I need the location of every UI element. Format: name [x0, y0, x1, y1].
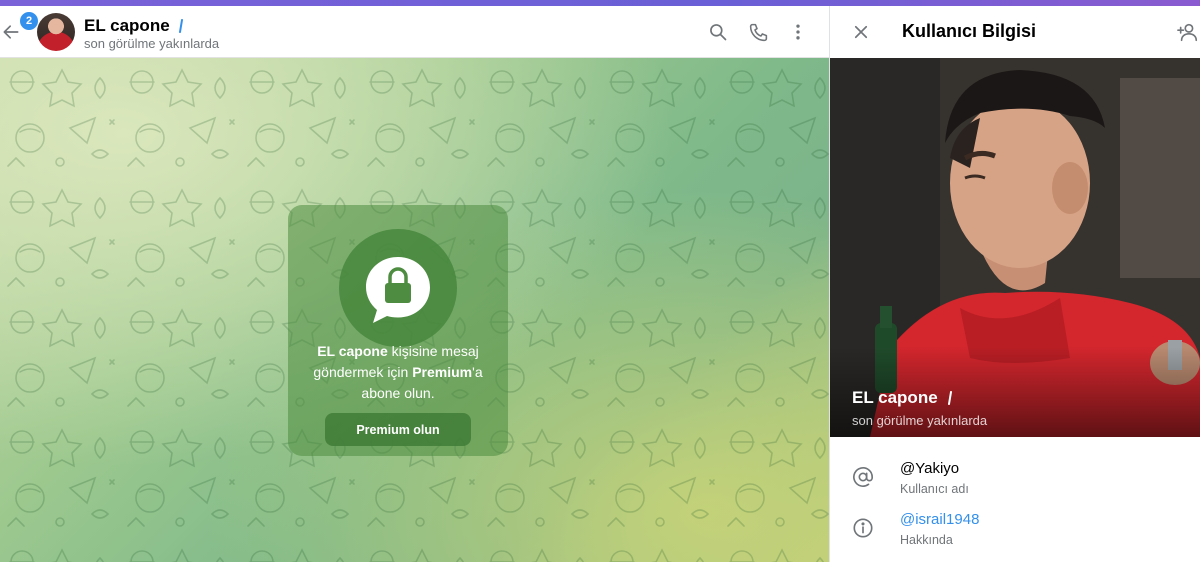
more-button[interactable]	[786, 20, 810, 44]
premium-required-text: EL capone kişisine mesaj göndermek için …	[298, 341, 498, 404]
chat-header: 2 EL capone son görülme yakınlarda	[0, 6, 829, 58]
bio-label: Hakkında	[900, 533, 953, 547]
lock-circle	[339, 229, 457, 347]
unread-badge: 2	[19, 11, 39, 31]
call-button[interactable]	[746, 20, 770, 44]
avatar[interactable]	[37, 13, 75, 51]
username-label: Kullanıcı adı	[900, 482, 969, 496]
ticks-emoji-icon	[947, 391, 952, 405]
bio-row[interactable]: @israil1948 Hakkında	[830, 508, 1200, 558]
get-premium-button[interactable]: Premium olun	[325, 413, 471, 446]
at-sign-icon	[851, 465, 875, 489]
add-user-icon	[1177, 23, 1198, 42]
username-row[interactable]: @Yakiyo Kullanıcı adı	[830, 457, 1200, 507]
premium-required-card: EL capone kişisine mesaj göndermek için …	[288, 205, 508, 456]
bio-value[interactable]: @israil1948	[900, 511, 979, 528]
search-button[interactable]	[706, 20, 730, 44]
user-info-panel: Kullanıcı Bilgisi EL capone son görülme …	[830, 6, 1200, 562]
phone-icon	[749, 23, 767, 41]
chat-title[interactable]: EL capone	[84, 16, 184, 36]
close-icon	[854, 25, 868, 39]
lock-bubble-icon	[366, 257, 430, 323]
restricted-contact-name: EL capone	[317, 343, 388, 359]
profile-photo[interactable]: EL capone son görülme yakınlarda	[830, 58, 1200, 437]
chat-background: EL capone kişisine mesaj göndermek için …	[0, 58, 829, 562]
add-contact-button[interactable]	[1176, 20, 1200, 44]
ticks-emoji-icon	[178, 19, 183, 33]
chat-column: 2 EL capone son görülme yakınlarda EL ca…	[0, 6, 829, 562]
premium-word: Premium	[412, 364, 473, 380]
chat-status: son görülme yakınlarda	[84, 36, 220, 51]
profile-status: son görülme yakınlarda	[852, 413, 988, 428]
info-title: Kullanıcı Bilgisi	[902, 21, 1037, 41]
profile-name: EL capone	[852, 388, 953, 408]
close-button[interactable]	[849, 20, 873, 44]
contact-name: EL capone	[84, 16, 170, 35]
username-value: @Yakiyo	[900, 460, 960, 477]
search-icon	[710, 24, 727, 41]
info-header: Kullanıcı Bilgisi	[830, 6, 1200, 58]
info-icon	[851, 516, 875, 540]
arrow-left-icon	[3, 25, 19, 39]
more-vertical-icon	[796, 24, 800, 40]
profile-name-text: EL capone	[852, 388, 938, 407]
